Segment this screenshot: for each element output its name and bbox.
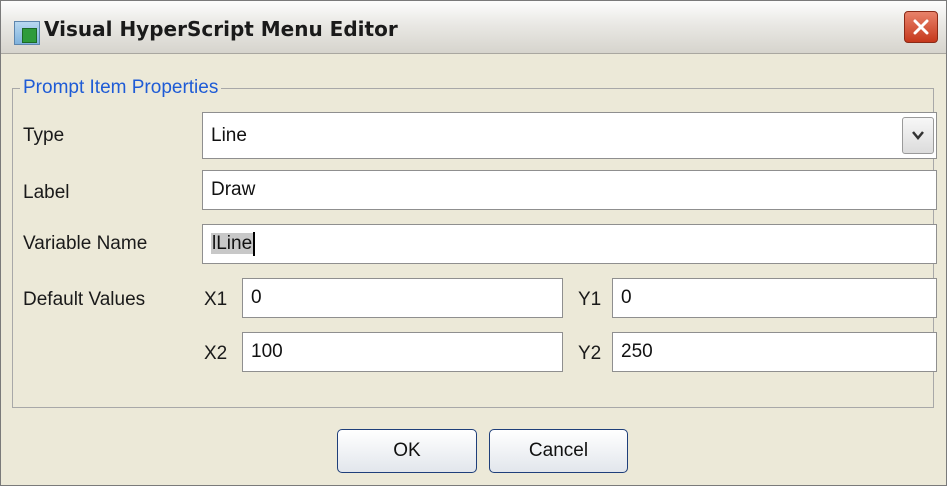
app-icon: [14, 21, 40, 45]
x1-label: X1: [204, 289, 228, 310]
type-label: Type: [23, 125, 65, 146]
label-input[interactable]: [202, 170, 937, 210]
variable-name-value: lLine: [211, 233, 254, 254]
variable-name-label: Variable Name: [23, 233, 148, 254]
x1-input[interactable]: [242, 278, 563, 318]
default-values-label: Default Values: [23, 289, 146, 310]
variable-name-input[interactable]: lLine: [202, 224, 937, 264]
y2-label: Y2: [578, 343, 602, 364]
group-legend: Prompt Item Properties: [20, 76, 222, 100]
chevron-down-icon: [912, 131, 924, 140]
title-bar[interactable]: Visual HyperScript Menu Editor: [1, 1, 946, 54]
type-select-value: Line: [211, 125, 247, 146]
y1-input[interactable]: [612, 278, 937, 318]
close-button[interactable]: [904, 11, 938, 43]
x2-input[interactable]: [242, 332, 563, 372]
type-select[interactable]: Line: [202, 112, 937, 159]
y1-label: Y1: [578, 289, 602, 310]
window-title: Visual HyperScript Menu Editor: [44, 17, 398, 41]
text-caret: [253, 231, 256, 256]
dialog-window: Visual HyperScript Menu Editor Prompt It…: [0, 0, 947, 486]
ok-button[interactable]: OK: [337, 429, 477, 473]
close-icon: [913, 19, 929, 35]
cancel-button[interactable]: Cancel: [489, 429, 628, 473]
y2-input[interactable]: [612, 332, 937, 372]
x2-label: X2: [204, 343, 228, 364]
type-dropdown-button[interactable]: [902, 117, 934, 154]
label-label: Label: [23, 182, 70, 203]
